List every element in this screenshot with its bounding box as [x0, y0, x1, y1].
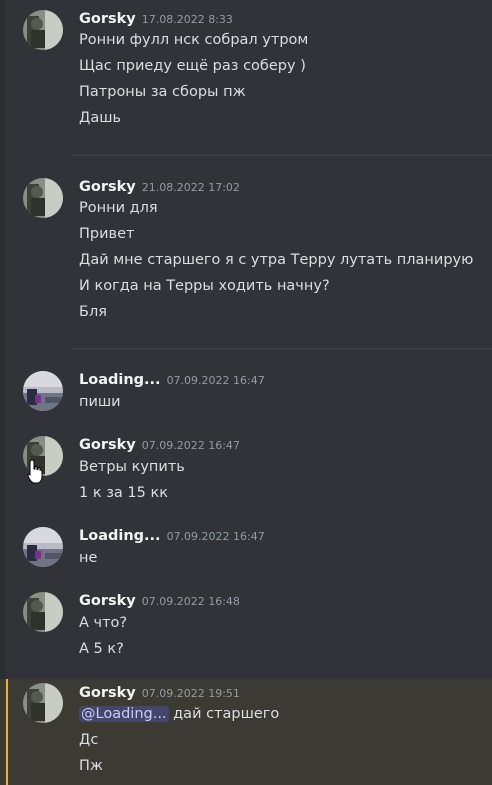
- message-text: Пж: [79, 758, 103, 774]
- message-group: Loading... 07.09.2022 16:47 пиши: [0, 371, 492, 417]
- message-header: Gorsky 07.09.2022 19:51: [79, 682, 240, 702]
- timestamp: 07.09.2022 19:51: [141, 687, 240, 700]
- message-group: Gorsky 07.09.2022 16:48 А что? А 5 к?: [0, 592, 492, 662]
- message-text: Дашь: [79, 110, 122, 126]
- message-text-rest: дай старшего: [168, 706, 280, 722]
- timestamp: 07.09.2022 16:48: [141, 595, 240, 608]
- message-group-mentioned: Gorsky 07.09.2022 19:51 @Loading... дай с…: [0, 679, 492, 785]
- message-text: Привет: [79, 226, 135, 242]
- avatar[interactable]: [23, 178, 63, 218]
- message-text: Бля: [79, 304, 107, 320]
- message-text: А что?: [79, 615, 128, 631]
- message-text: И когда на Терры ходить начну?: [79, 278, 330, 294]
- timestamp: 07.09.2022 16:47: [166, 374, 265, 387]
- message-text: А 5 к?: [79, 641, 124, 657]
- message-text: Щас приеду ещё раз соберу ): [79, 58, 306, 74]
- message-text: Ронни для: [79, 200, 158, 216]
- message-group: Loading... 07.09.2022 16:47 не: [0, 527, 492, 573]
- username[interactable]: Loading...: [79, 372, 161, 388]
- message-header: Loading... 07.09.2022 16:47: [79, 369, 265, 389]
- avatar[interactable]: [23, 371, 63, 411]
- message-group: Gorsky 07.09.2022 16:47 Ветры купить 1 к …: [0, 436, 492, 506]
- message-header: Loading... 07.09.2022 16:47: [79, 525, 265, 545]
- avatar[interactable]: [23, 683, 63, 723]
- username[interactable]: Gorsky: [79, 685, 136, 701]
- timestamp: 07.09.2022 16:47: [141, 439, 240, 452]
- message-text: Ветры купить: [79, 459, 185, 475]
- message-header: Gorsky 21.08.2022 17:02: [79, 176, 240, 196]
- hand-cursor-icon: [27, 459, 43, 489]
- message-group: Gorsky 17.08.2022 8:33 Ронни фулл нск соб…: [0, 10, 492, 130]
- username[interactable]: Gorsky: [79, 179, 136, 195]
- message-text: 1 к за 15 кк: [79, 485, 168, 501]
- message-header: Gorsky 17.08.2022 8:33: [79, 8, 233, 28]
- divider: [72, 348, 492, 349]
- divider: [72, 155, 492, 156]
- avatar[interactable]: [23, 527, 63, 567]
- timestamp: 21.08.2022 17:02: [141, 181, 240, 194]
- avatar[interactable]: [23, 592, 63, 632]
- message-text: Дай мне старшего я с утра Терру лутать п…: [79, 252, 474, 268]
- username[interactable]: Gorsky: [79, 593, 136, 609]
- message-text: @Loading... дай старшего: [79, 704, 279, 724]
- message-group: Gorsky 21.08.2022 17:02 Ронни для Привет …: [0, 176, 492, 320]
- timestamp: 07.09.2022 16:47: [166, 530, 265, 543]
- username[interactable]: Gorsky: [79, 11, 136, 27]
- message-text: Ронни фулл нск собрал утром: [79, 32, 309, 48]
- username[interactable]: Loading...: [79, 528, 161, 544]
- user-mention[interactable]: @Loading...: [79, 706, 169, 722]
- message-text: Дс: [79, 732, 99, 748]
- message-header: Gorsky 07.09.2022 16:48: [79, 590, 240, 610]
- timestamp: 17.08.2022 8:33: [141, 13, 233, 26]
- message-text: Патроны за сборы пж: [79, 84, 246, 100]
- avatar[interactable]: [23, 10, 63, 50]
- message-header: Gorsky 07.09.2022 16:47: [79, 434, 240, 454]
- username[interactable]: Gorsky: [79, 437, 136, 453]
- message-text: пиши: [79, 394, 121, 410]
- message-text: не: [79, 550, 98, 566]
